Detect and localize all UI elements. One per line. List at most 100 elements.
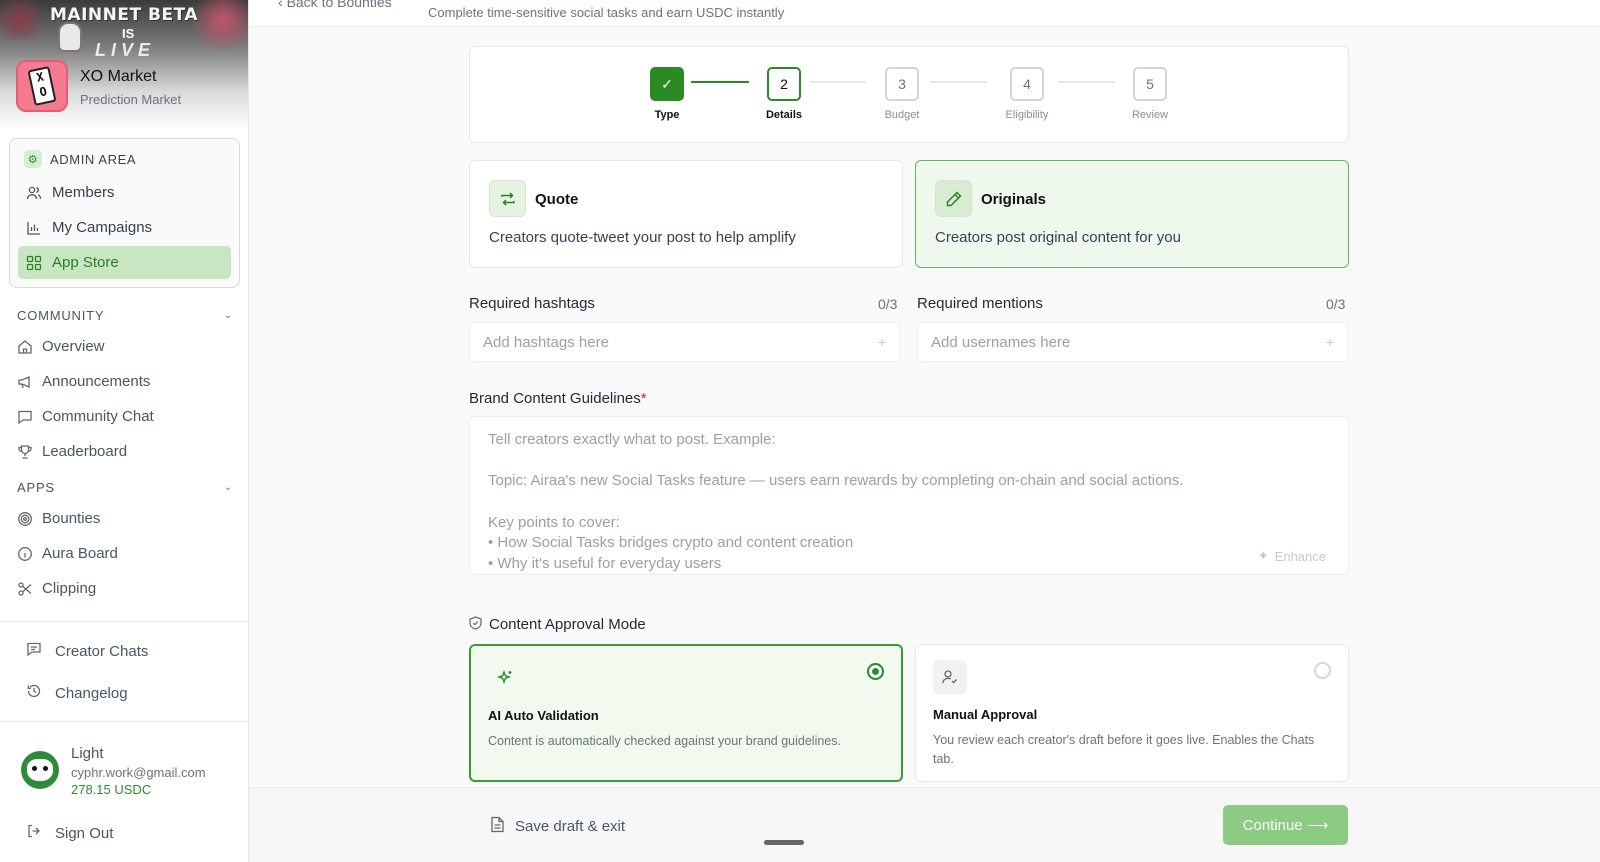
save-draft-button[interactable]: Save draft & exit bbox=[490, 816, 625, 837]
option-desc: Content is automatically checked against… bbox=[488, 734, 841, 748]
community-section-toggle[interactable]: COMMUNITY ⌄ bbox=[17, 308, 233, 323]
sidebar-item-label: Community Chat bbox=[42, 408, 154, 425]
step-type[interactable]: ✓ Type bbox=[622, 67, 712, 121]
org-logo[interactable]: XO bbox=[16, 60, 68, 112]
step-details[interactable]: 2 Details bbox=[739, 67, 829, 121]
guidelines-label-text: Brand Content Guidelines bbox=[469, 390, 641, 407]
banner-glow bbox=[0, 0, 50, 40]
gear-icon: ⚙ bbox=[24, 150, 42, 168]
back-to-bounties-link[interactable]: ‹ Back to Bounties bbox=[278, 0, 392, 10]
chevron-left-icon: ‹ bbox=[278, 0, 287, 10]
shield-icon bbox=[469, 616, 482, 633]
manual-approval-option[interactable]: Manual Approval You review each creator'… bbox=[915, 644, 1349, 782]
user-email: cyphr.work@gmail.com bbox=[71, 765, 206, 780]
chevron-down-icon: ⌄ bbox=[223, 310, 233, 321]
sidebar: MAINNET BETA IS LIVE XO XO Market Predic… bbox=[0, 0, 249, 862]
divider bbox=[0, 621, 248, 622]
user-name: Light bbox=[71, 745, 104, 762]
divider bbox=[0, 721, 248, 722]
org-name: XO Market bbox=[80, 68, 157, 85]
radio-selected[interactable] bbox=[867, 663, 884, 680]
creator-chats-link[interactable]: Creator Chats bbox=[26, 641, 148, 661]
sidebar-item-overview[interactable]: Overview bbox=[17, 338, 105, 355]
step-eligibility[interactable]: 4 Eligibility bbox=[982, 67, 1072, 121]
radio-unselected[interactable] bbox=[1314, 662, 1331, 679]
apps-section-toggle[interactable]: APPS ⌄ bbox=[17, 480, 233, 495]
enhance-label: Enhance bbox=[1274, 548, 1326, 564]
astronaut-icon bbox=[58, 22, 82, 52]
task-type-title: Quote bbox=[535, 191, 579, 208]
cat-face-icon bbox=[27, 759, 53, 781]
info-icon bbox=[17, 546, 33, 562]
guidelines-placeholder-line: • Why it's useful for everyday users bbox=[488, 555, 722, 572]
avatar[interactable] bbox=[21, 751, 59, 789]
banner-live: LIVE bbox=[95, 40, 156, 60]
users-icon bbox=[26, 185, 42, 201]
magic-wand-icon: ✦ bbox=[1257, 548, 1269, 563]
sidebar-item-community-chat[interactable]: Community Chat bbox=[17, 408, 154, 425]
org-logo-card: XO bbox=[27, 66, 57, 106]
admin-area-header: ⚙ ADMIN AREA bbox=[24, 150, 136, 168]
user-balance: 278.15 USDC bbox=[71, 782, 152, 797]
save-draft-label: Save draft & exit bbox=[515, 818, 626, 835]
sidebar-item-label: Overview bbox=[42, 338, 105, 355]
trophy-icon bbox=[17, 444, 33, 460]
step-review[interactable]: 5 Review bbox=[1105, 67, 1195, 121]
step-label: Details bbox=[765, 109, 803, 121]
plus-icon[interactable]: + bbox=[1326, 334, 1334, 350]
task-type-title: Originals bbox=[981, 191, 1047, 208]
continue-button[interactable]: Continue ⟶ bbox=[1223, 805, 1348, 845]
guidelines-textarea[interactable]: Tell creators exactly what to post. Exam… bbox=[469, 416, 1349, 575]
banner-is: IS bbox=[122, 26, 135, 41]
step-connector bbox=[691, 81, 749, 83]
page-subtitle: Complete time-sensitive social tasks and… bbox=[428, 5, 785, 20]
step-number: 2 bbox=[767, 67, 801, 101]
hashtags-placeholder: Add hashtags here bbox=[483, 333, 609, 351]
task-type-quote-card[interactable]: Quote Creators quote-tweet your post to … bbox=[469, 160, 903, 268]
mentions-count: 0/3 bbox=[1326, 296, 1346, 312]
step-budget[interactable]: 3 Budget bbox=[857, 67, 947, 121]
step-label: Review bbox=[1131, 109, 1169, 121]
megaphone-icon bbox=[17, 374, 33, 390]
plus-icon[interactable]: + bbox=[878, 334, 886, 350]
sidebar-item-clipping[interactable]: Clipping bbox=[17, 580, 96, 597]
sidebar-item-label: Announcements bbox=[42, 373, 151, 390]
sidebar-item-label: Leaderboard bbox=[42, 443, 128, 460]
sparkle-icon bbox=[488, 661, 522, 695]
guidelines-placeholder-line: • How Social Tasks bridges crypto and co… bbox=[488, 534, 854, 551]
banner-title: MAINNET BETA bbox=[50, 5, 198, 25]
creator-chats-label: Creator Chats bbox=[55, 642, 149, 660]
home-icon bbox=[17, 339, 33, 355]
sidebar-item-my-campaigns[interactable]: My Campaigns bbox=[18, 211, 231, 244]
ai-auto-validation-option[interactable]: AI Auto Validation Content is automatica… bbox=[469, 644, 903, 782]
chat-icon bbox=[17, 409, 33, 425]
scissors-icon bbox=[17, 581, 33, 597]
option-desc: You review each creator's draft before i… bbox=[933, 733, 1315, 766]
apps-heading: APPS bbox=[17, 480, 55, 495]
admin-area-label: ADMIN AREA bbox=[50, 151, 137, 167]
history-icon bbox=[26, 683, 42, 703]
task-type-desc: Creators post original content for you bbox=[935, 229, 1181, 246]
scroll-handle[interactable] bbox=[764, 840, 804, 845]
option-title: AI Auto Validation bbox=[488, 708, 599, 723]
sidebar-item-label: App Store bbox=[52, 254, 119, 271]
step-label: Budget bbox=[884, 109, 920, 121]
sidebar-item-bounties[interactable]: Bounties bbox=[17, 510, 100, 527]
sidebar-item-announcements[interactable]: Announcements bbox=[17, 373, 150, 390]
sign-out-button[interactable]: Sign Out bbox=[26, 823, 113, 843]
back-label: Back to Bounties bbox=[286, 0, 392, 10]
sidebar-item-app-store[interactable]: App Store bbox=[18, 246, 231, 279]
action-bar bbox=[249, 787, 1600, 862]
step-connector bbox=[1058, 81, 1115, 83]
sidebar-item-leaderboard[interactable]: Leaderboard bbox=[17, 443, 127, 460]
hashtags-input[interactable]: Add hashtags here + bbox=[469, 322, 900, 362]
target-icon bbox=[17, 511, 33, 527]
changelog-link[interactable]: Changelog bbox=[26, 683, 128, 703]
sidebar-item-aura-board[interactable]: Aura Board bbox=[17, 545, 118, 562]
wizard-stepper: ✓ Type 2 Details 3 Budget 4 Eligibility … bbox=[469, 46, 1349, 143]
mentions-input[interactable]: Add usernames here + bbox=[917, 322, 1348, 362]
sidebar-item-members[interactable]: Members bbox=[18, 176, 231, 209]
step-connector bbox=[810, 81, 866, 83]
task-type-originals-card[interactable]: Originals Creators post original content… bbox=[915, 160, 1349, 268]
enhance-button[interactable]: ✦ Enhance bbox=[1258, 548, 1326, 564]
